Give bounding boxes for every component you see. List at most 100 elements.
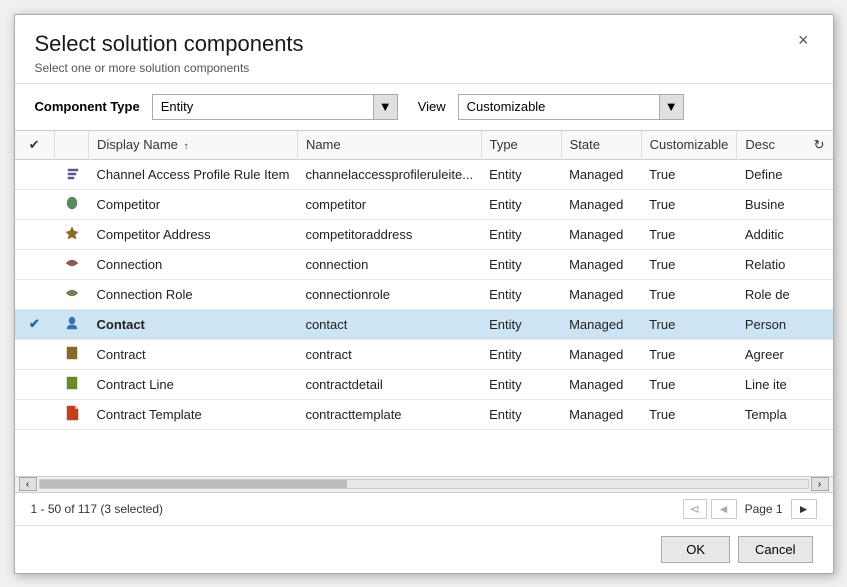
th-type[interactable]: Type	[481, 131, 561, 160]
check-mark: ✔	[29, 316, 40, 331]
entity-icon	[63, 255, 81, 271]
component-type-select[interactable]: Entity ▼	[152, 94, 398, 120]
th-name[interactable]: Name	[297, 131, 481, 160]
row-name: connectionrole	[297, 279, 481, 309]
row-state: Managed	[561, 159, 641, 189]
row-name: competitoraddress	[297, 219, 481, 249]
component-type-value: Entity	[153, 99, 373, 114]
row-customizable: True	[641, 399, 737, 429]
row-icon	[55, 399, 89, 429]
entity-icon	[63, 225, 81, 241]
row-name: contractdetail	[297, 369, 481, 399]
table-row[interactable]: Competitor competitor Entity Managed Tru…	[15, 189, 833, 219]
close-button[interactable]: ×	[794, 31, 813, 49]
row-desc: Busine	[737, 189, 833, 219]
table-container[interactable]: ✔ Display Name ↑ Name Type State Customi…	[15, 131, 833, 476]
row-state: Managed	[561, 279, 641, 309]
first-page-button[interactable]: ⊲	[683, 499, 707, 519]
entity-icon	[63, 315, 81, 331]
row-display-name: Connection	[89, 249, 298, 279]
hscroll-left-btn[interactable]: ‹	[19, 477, 37, 491]
footer: OK Cancel	[15, 525, 833, 573]
table-row[interactable]: Competitor Address competitoraddress Ent…	[15, 219, 833, 249]
th-check: ✔	[15, 131, 55, 160]
row-icon	[55, 279, 89, 309]
th-customizable[interactable]: Customizable	[641, 131, 737, 160]
row-icon	[55, 339, 89, 369]
sort-arrow-display: ↑	[184, 141, 189, 152]
row-customizable: True	[641, 339, 737, 369]
row-customizable: True	[641, 279, 737, 309]
row-display-name: Competitor	[89, 189, 298, 219]
table-row[interactable]: Contract Line contractdetail Entity Mana…	[15, 369, 833, 399]
next-page-button[interactable]: ►	[791, 499, 817, 519]
row-check[interactable]	[15, 159, 55, 189]
row-check[interactable]	[15, 399, 55, 429]
row-state: Managed	[561, 399, 641, 429]
row-type: Entity	[481, 159, 561, 189]
view-dropdown-arrow[interactable]: ▼	[659, 95, 683, 119]
refresh-icon[interactable]: ↻	[814, 137, 825, 153]
component-type-label: Component Type	[35, 99, 140, 114]
row-customizable: True	[641, 369, 737, 399]
table-row[interactable]: Contract contract Entity Managed True Ag…	[15, 339, 833, 369]
row-name: channelaccessprofileruleite...	[297, 159, 481, 189]
table-row[interactable]: ✔ Contact contact Entity Managed True Pe…	[15, 309, 833, 339]
table-header-row: ✔ Display Name ↑ Name Type State Customi…	[15, 131, 833, 160]
table-row[interactable]: Contract Template contracttemplate Entit…	[15, 399, 833, 429]
hscroll-bar[interactable]: ‹ ›	[15, 476, 833, 492]
table-row[interactable]: Connection Role connectionrole Entity Ma…	[15, 279, 833, 309]
row-desc: Define	[737, 159, 833, 189]
component-type-dropdown-arrow[interactable]: ▼	[373, 95, 397, 119]
row-name: contact	[297, 309, 481, 339]
hscroll-right-btn[interactable]: ›	[811, 477, 829, 491]
row-desc: Additic	[737, 219, 833, 249]
table-row[interactable]: Connection connection Entity Managed Tru…	[15, 249, 833, 279]
dialog-header-text: Select solution components Select one or…	[35, 31, 304, 75]
row-icon	[55, 309, 89, 339]
row-check[interactable]: ✔	[15, 309, 55, 339]
row-name: connection	[297, 249, 481, 279]
row-display-name: Channel Access Profile Rule Item	[89, 159, 298, 189]
row-name: contracttemplate	[297, 399, 481, 429]
row-icon	[55, 189, 89, 219]
table-area: ✔ Display Name ↑ Name Type State Customi…	[15, 131, 833, 525]
entity-icon	[63, 285, 81, 301]
row-type: Entity	[481, 309, 561, 339]
th-desc[interactable]: Desc ↻	[737, 131, 833, 160]
row-customizable: True	[641, 249, 737, 279]
row-check[interactable]	[15, 279, 55, 309]
row-type: Entity	[481, 339, 561, 369]
th-display-name[interactable]: Display Name ↑	[89, 131, 298, 160]
row-customizable: True	[641, 189, 737, 219]
row-display-name: Competitor Address	[89, 219, 298, 249]
row-check[interactable]	[15, 189, 55, 219]
row-check[interactable]	[15, 249, 55, 279]
cancel-button[interactable]: Cancel	[738, 536, 812, 563]
row-desc: Person	[737, 309, 833, 339]
row-display-name: Contact	[89, 309, 298, 339]
row-desc: Line ite	[737, 369, 833, 399]
view-select[interactable]: Customizable ▼	[458, 94, 684, 120]
entity-table: ✔ Display Name ↑ Name Type State Customi…	[15, 131, 833, 430]
table-row[interactable]: Channel Access Profile Rule Item channel…	[15, 159, 833, 189]
row-type: Entity	[481, 369, 561, 399]
view-label: View	[418, 99, 446, 114]
row-display-name: Connection Role	[89, 279, 298, 309]
row-check[interactable]	[15, 339, 55, 369]
row-desc: Relatio	[737, 249, 833, 279]
entity-icon	[63, 375, 81, 391]
hscroll-thumb	[40, 480, 347, 488]
row-icon	[55, 159, 89, 189]
row-type: Entity	[481, 399, 561, 429]
row-check[interactable]	[15, 369, 55, 399]
hscroll-track	[39, 479, 809, 489]
row-state: Managed	[561, 189, 641, 219]
row-state: Managed	[561, 339, 641, 369]
pagination-summary: 1 - 50 of 117 (3 selected)	[31, 502, 164, 516]
row-type: Entity	[481, 249, 561, 279]
ok-button[interactable]: OK	[661, 536, 730, 563]
prev-page-button[interactable]: ◄	[711, 499, 737, 519]
row-check[interactable]	[15, 219, 55, 249]
th-state[interactable]: State	[561, 131, 641, 160]
